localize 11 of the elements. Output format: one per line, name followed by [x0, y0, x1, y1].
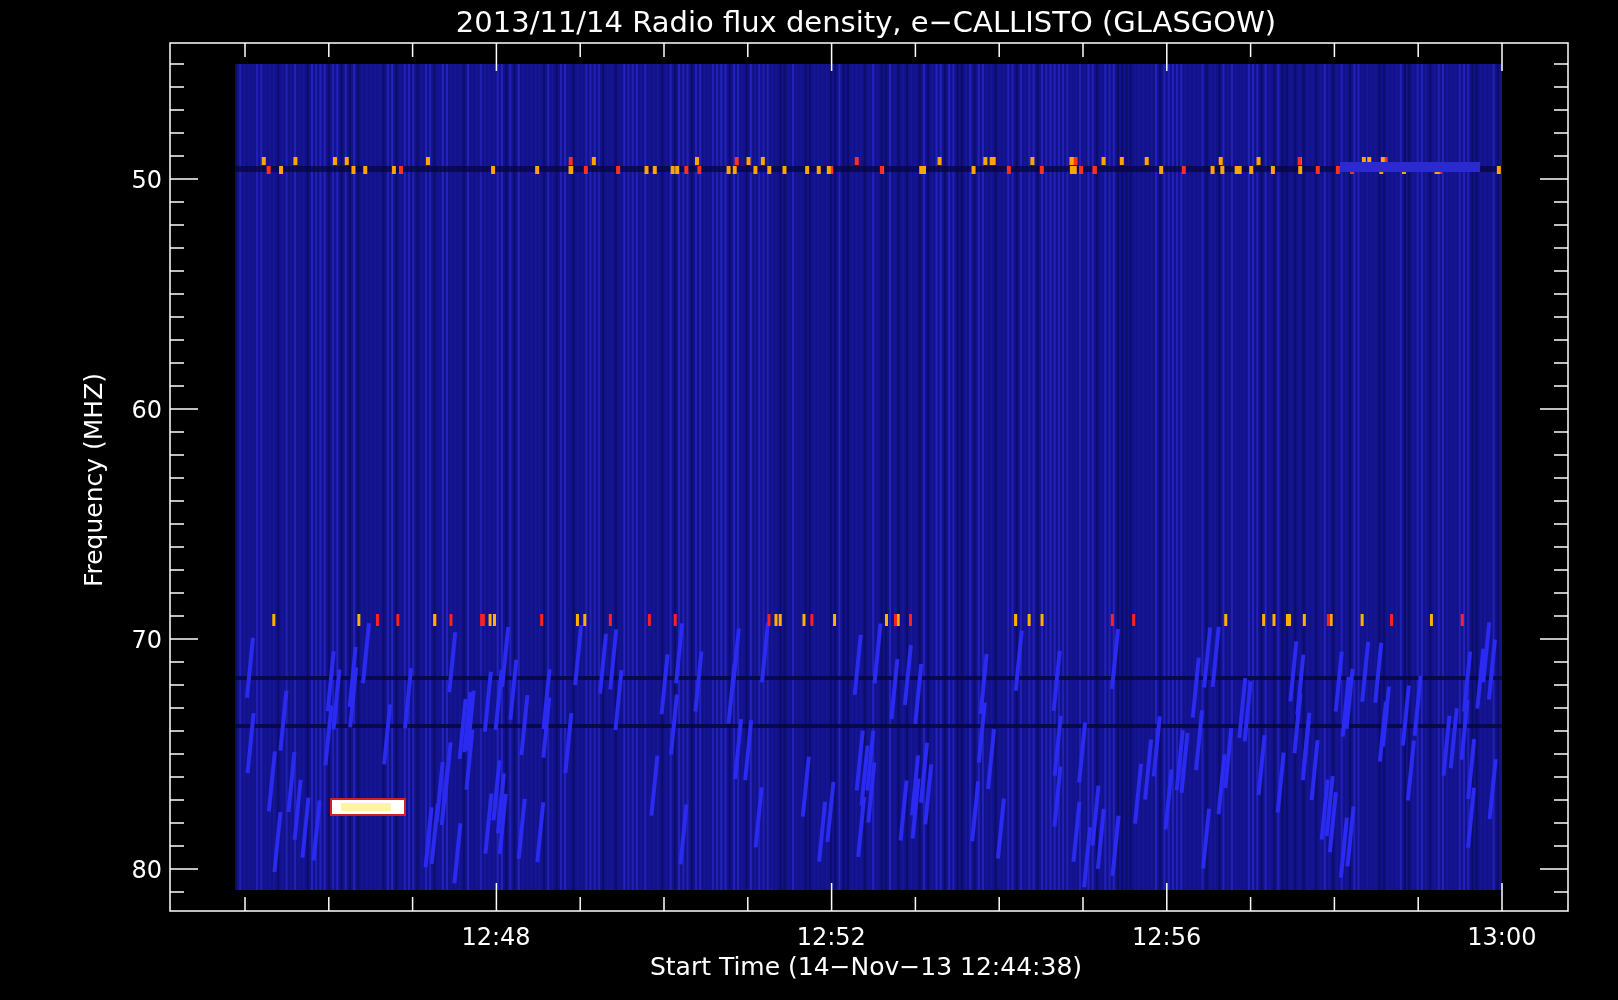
x-tick-label: 12:52: [796, 923, 866, 951]
x-tick-label: 12:48: [461, 923, 531, 951]
y-tick-label: 80: [131, 856, 162, 884]
x-tick-label: 12:56: [1132, 923, 1202, 951]
y-tick-label: 70: [131, 626, 162, 654]
y-tick-label: 60: [131, 396, 162, 424]
y-tick-label: 50: [131, 166, 162, 194]
x-tick-label: 13:00: [1467, 923, 1537, 951]
x-axis-label: Start Time (14−Nov−13 12:44:38): [649, 952, 1083, 981]
plot-title: 2013/11/14 Radio flux density, e−CALLISTO (GLASGOW): [455, 5, 1277, 39]
y-axis-label: Frequency (MHZ): [79, 372, 108, 588]
